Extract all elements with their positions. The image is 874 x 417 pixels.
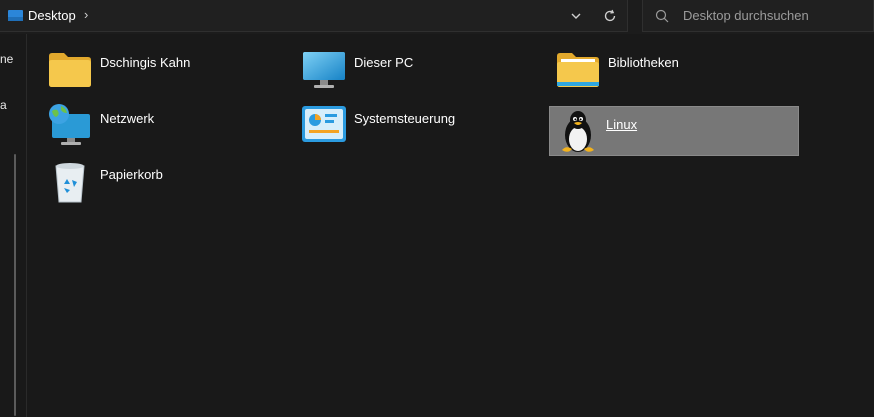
breadcrumb-desktop[interactable]: Desktop <box>28 8 76 23</box>
desktop-item[interactable]: Dschingis Kahn <box>29 43 277 93</box>
item-label: Netzwerk <box>100 111 155 126</box>
file-view: Dschingis Kahn Dieser PC Bibliotheken Ne… <box>27 34 874 417</box>
desktop-item[interactable]: Dieser PC <box>283 43 531 93</box>
monitor-icon <box>303 52 345 88</box>
item-label: Papierkorb <box>100 167 163 182</box>
nav-item-fragment[interactable]: ne <box>0 52 13 66</box>
recycle-bin-icon <box>55 163 85 203</box>
control-panel-icon <box>302 106 346 142</box>
breadcrumb-chevron-icon[interactable]: › <box>84 7 88 22</box>
nav-item-fragment[interactable]: a <box>0 98 7 112</box>
tux-penguin-icon <box>562 111 594 152</box>
item-label: Linux <box>606 117 638 132</box>
folder-icon <box>49 53 91 87</box>
desktop-item-selected[interactable]: Linux <box>549 106 799 156</box>
search-icon <box>655 9 669 23</box>
search-box[interactable]: Desktop durchsuchen <box>642 0 874 32</box>
scrollbar[interactable] <box>14 154 16 416</box>
title-toolbar: Desktop › Desktop durchsuchen <box>0 0 874 34</box>
navigation-pane[interactable]: ne a <box>0 34 27 417</box>
chevron-down-icon[interactable] <box>568 8 584 24</box>
item-label: Systemsteuerung <box>354 111 456 126</box>
desktop-folder-icon <box>8 10 23 21</box>
desktop-item[interactable]: Papierkorb <box>29 155 277 205</box>
search-input[interactable]: Desktop durchsuchen <box>683 8 809 23</box>
address-bar[interactable]: Desktop › <box>0 0 628 32</box>
desktop-item[interactable]: Systemsteuerung <box>283 99 531 149</box>
item-label: Bibliotheken <box>608 55 679 70</box>
desktop-item[interactable]: Netzwerk <box>29 99 277 149</box>
desktop-item[interactable]: Bibliotheken <box>537 43 785 93</box>
refresh-icon[interactable] <box>602 8 618 24</box>
network-icon <box>49 104 90 145</box>
libraries-folder-icon <box>557 53 599 87</box>
item-label: Dieser PC <box>354 55 414 70</box>
item-label: Dschingis Kahn <box>100 55 191 70</box>
